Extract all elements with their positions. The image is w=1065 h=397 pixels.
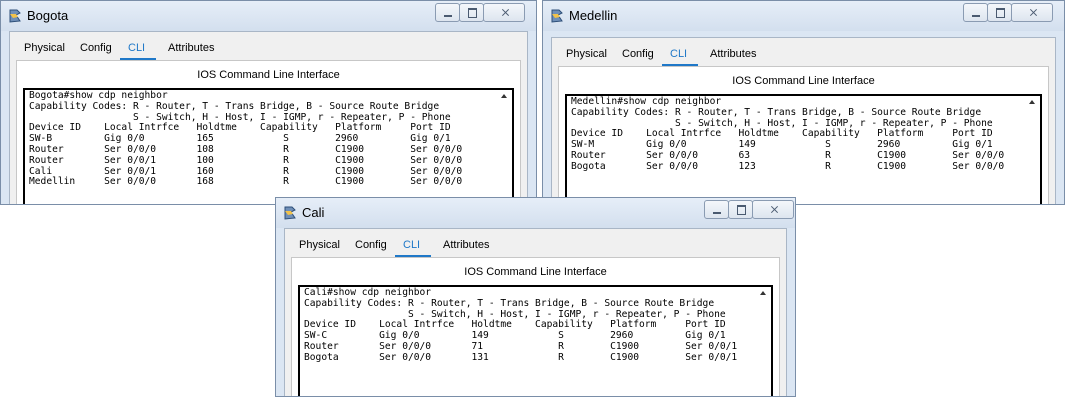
cli-title: IOS Command Line Interface [464,266,607,278]
console-line: Capability Codes: R - Router, T - Trans … [304,297,715,309]
tab-config[interactable]: Config [355,239,387,251]
cli-panel: IOS Command Line Interface Bogota#show c… [16,60,521,204]
minimize-button[interactable] [435,3,460,22]
tab-physical[interactable]: Physical [24,42,65,54]
window-cali: Cali Physical Config CLI Attributes IOS … [275,197,796,397]
router-app-icon [551,9,563,23]
console-line: Medellin Ser 0/0/0 168 R C1900 Ser 0/0/0 [29,176,463,188]
tab-attributes[interactable]: Attributes [710,48,756,60]
device-dialog: Physical Config CLI Attributes IOS Comma… [284,228,787,396]
tab-cli[interactable]: CLI [128,42,145,54]
console-line: Bogota Ser 0/0/0 123 R C1900 Ser 0/0/0 [571,160,1005,172]
device-dialog: Physical Config CLI Attributes IOS Comma… [551,37,1056,204]
titlebar[interactable]: Bogota [1,1,536,31]
console[interactable]: Cali#show cdp neighbor Capability Codes: … [298,285,773,396]
close-button[interactable] [483,3,525,22]
maximize-button[interactable] [728,200,753,219]
console-line: Capability Codes: R - Router, T - Trans … [29,100,440,112]
console-output: Bogota#show cdp neighbor Capability Codes… [29,90,463,188]
console[interactable]: Bogota#show cdp neighbor Capability Codes… [23,88,514,204]
window-controls [963,3,1055,23]
cli-title: IOS Command Line Interface [197,69,340,81]
console[interactable]: Medellin#show cdp neighbor Capability Cod… [565,94,1042,204]
maximize-button[interactable] [459,3,484,22]
console-output: Cali#show cdp neighbor Capability Codes: … [304,287,738,364]
tab-attributes[interactable]: Attributes [443,239,489,251]
console-output: Medellin#show cdp neighbor Capability Cod… [571,96,1005,173]
tab-cli[interactable]: CLI [670,48,687,60]
tab-physical[interactable]: Physical [299,239,340,251]
router-app-icon [9,9,21,23]
scroll-up-icon[interactable] [760,291,766,295]
close-button[interactable] [752,200,794,219]
scroll-up-icon[interactable] [501,94,507,98]
window-title: Cali [302,205,325,220]
titlebar[interactable]: Cali [276,198,795,228]
window-controls [704,200,795,220]
minimize-button[interactable] [963,3,988,22]
cli-title: IOS Command Line Interface [732,75,875,87]
close-button[interactable] [1011,3,1053,22]
window-controls [435,3,527,23]
window-title: Medellin [569,8,618,23]
console-line: Bogota Ser 0/0/0 131 R C1900 Ser 0/0/1 [304,351,738,363]
window-bogota: Bogota Physical Config CLI Attributes IO… [0,0,537,205]
tab-physical[interactable]: Physical [566,48,607,60]
tab-attributes[interactable]: Attributes [168,42,214,54]
tab-config[interactable]: Config [80,42,112,54]
minimize-button[interactable] [704,200,729,219]
router-app-icon [284,206,296,220]
cli-panel: IOS Command Line Interface Medellin#show… [558,66,1049,204]
console-line: Router Ser 0/0/1 100 R C1900 Ser 0/0/0 [29,154,463,166]
titlebar[interactable]: Medellin [543,1,1064,31]
maximize-button[interactable] [987,3,1012,22]
device-dialog: Physical Config CLI Attributes IOS Comma… [9,31,528,204]
tab-cli[interactable]: CLI [403,239,420,251]
console-line: Capability Codes: R - Router, T - Trans … [571,106,982,118]
cli-panel: IOS Command Line Interface Cali#show cdp… [291,257,780,396]
window-medellin: Medellin Physical Config CLI Attributes … [542,0,1065,205]
window-title: Bogota [27,8,69,23]
scroll-up-icon[interactable] [1029,100,1035,104]
tab-config[interactable]: Config [622,48,654,60]
